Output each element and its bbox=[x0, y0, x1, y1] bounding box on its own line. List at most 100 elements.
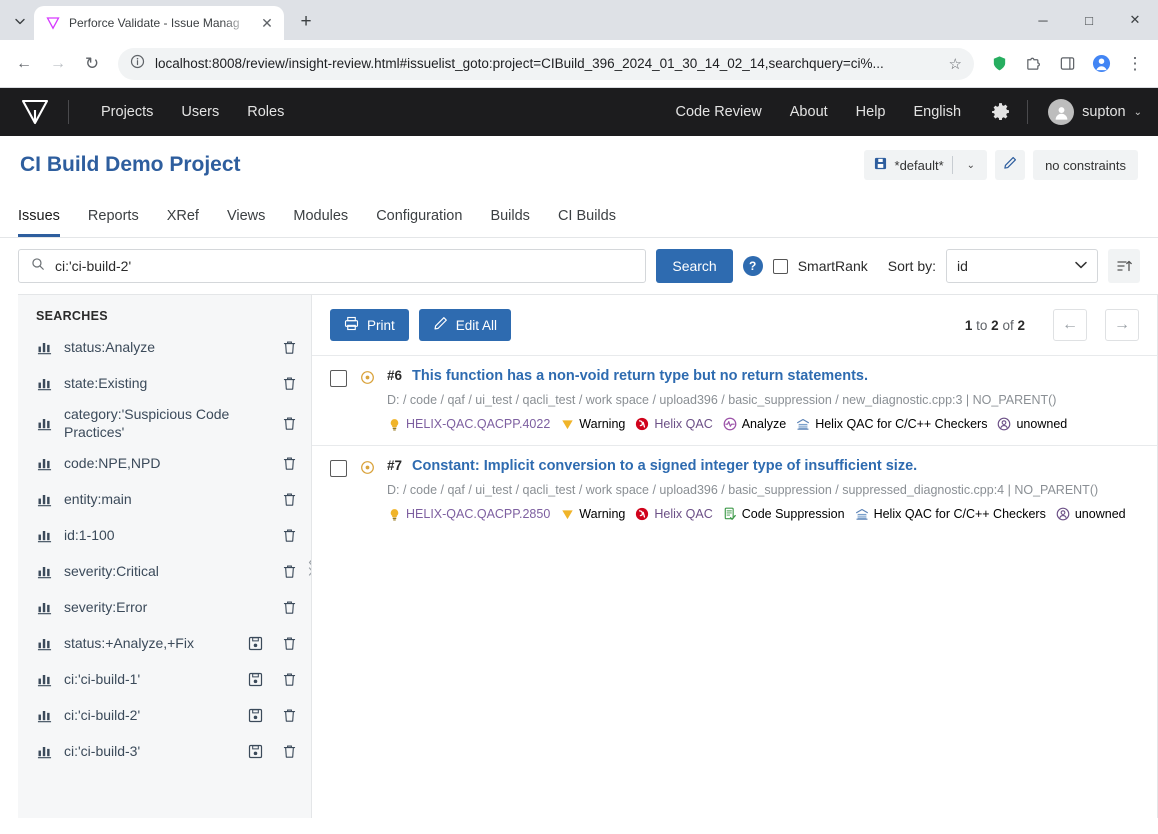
tab-builds[interactable]: Builds bbox=[476, 194, 544, 237]
sidebar-item[interactable]: ci:'ci-build-1' bbox=[18, 661, 311, 697]
bar-chart-icon[interactable] bbox=[36, 708, 52, 723]
issue-badge-status[interactable]: Code Suppression bbox=[723, 507, 845, 521]
save-icon[interactable] bbox=[247, 707, 263, 723]
trash-icon[interactable] bbox=[281, 671, 297, 687]
path-segment[interactable]: qacli_test bbox=[523, 393, 576, 407]
search-button[interactable]: Search bbox=[656, 249, 733, 283]
trash-icon[interactable] bbox=[281, 375, 297, 391]
sidebar-item[interactable]: entity:main bbox=[18, 481, 311, 517]
save-icon[interactable] bbox=[247, 671, 263, 687]
bar-chart-icon[interactable] bbox=[36, 416, 52, 431]
issue-checkbox[interactable] bbox=[330, 370, 347, 387]
path-segment[interactable]: D: bbox=[387, 393, 400, 407]
tab-reports[interactable]: Reports bbox=[74, 194, 153, 237]
sidebar-item[interactable]: status:Analyze bbox=[18, 329, 311, 365]
path-segment[interactable]: qaf bbox=[447, 393, 464, 407]
sidebar-item[interactable]: state:Existing bbox=[18, 365, 311, 401]
issue-badge-owner[interactable]: unowned bbox=[1056, 507, 1126, 521]
path-segment[interactable]: ui_test bbox=[475, 393, 512, 407]
shield-icon[interactable] bbox=[984, 49, 1014, 79]
maximize-icon[interactable]: □ bbox=[1066, 0, 1112, 40]
sidebar-item[interactable]: status:+Analyze,+Fix bbox=[18, 625, 311, 661]
trash-icon[interactable] bbox=[281, 599, 297, 615]
issue-badge-group[interactable]: Helix QAC for C/C++ Checkers bbox=[796, 417, 987, 431]
path-segment[interactable]: basic_suppression bbox=[728, 393, 832, 407]
tab-list-button[interactable] bbox=[6, 7, 34, 35]
search-field[interactable] bbox=[18, 249, 647, 283]
path-segment[interactable]: qacli_test bbox=[523, 483, 576, 497]
sidebar-item[interactable]: category:'Suspicious Code Practices' bbox=[18, 401, 311, 445]
trash-icon[interactable] bbox=[281, 455, 297, 471]
path-segment[interactable]: D: bbox=[387, 483, 400, 497]
sidebar-item[interactable]: severity:Critical bbox=[18, 553, 311, 589]
path-segment[interactable]: code bbox=[410, 483, 437, 497]
path-segment[interactable]: basic_suppression bbox=[728, 483, 832, 497]
issue-badge-owner[interactable]: unowned bbox=[997, 417, 1067, 431]
nav-link-projects[interactable]: Projects bbox=[87, 104, 167, 120]
browser-menu-icon[interactable]: ⋮ bbox=[1120, 49, 1150, 79]
issue-title[interactable]: Constant: Implicit conversion to a signe… bbox=[412, 458, 917, 474]
profile-selector[interactable]: *default* ⌄ bbox=[863, 150, 988, 180]
issue-badge-group[interactable]: Helix QAC for C/C++ Checkers bbox=[855, 507, 1046, 521]
sidebar-item[interactable]: ci:'ci-build-3' bbox=[18, 733, 311, 769]
nav-link-about[interactable]: About bbox=[776, 104, 842, 120]
nav-link-code-review[interactable]: Code Review bbox=[662, 104, 776, 120]
new-tab-button[interactable]: + bbox=[292, 8, 320, 36]
issue-badge-severity[interactable]: Warning bbox=[560, 507, 625, 521]
tab-modules[interactable]: Modules bbox=[279, 194, 362, 237]
bar-chart-icon[interactable] bbox=[36, 636, 52, 651]
trash-icon[interactable] bbox=[281, 491, 297, 507]
trash-icon[interactable] bbox=[281, 339, 297, 355]
window-close-icon[interactable]: ✕ bbox=[1112, 0, 1158, 40]
path-segment[interactable]: work space bbox=[586, 483, 649, 497]
issue-badge-tool[interactable]: Helix QAC bbox=[635, 507, 713, 521]
print-button[interactable]: Print bbox=[330, 309, 409, 341]
smartrank-checkbox[interactable] bbox=[772, 258, 788, 274]
sidebar-item[interactable]: severity:Error bbox=[18, 589, 311, 625]
issue-badge-status[interactable]: Analyze bbox=[723, 417, 786, 431]
nav-link-english[interactable]: English bbox=[900, 104, 976, 120]
bar-chart-icon[interactable] bbox=[36, 456, 52, 471]
issue-badge-severity[interactable]: Warning bbox=[560, 417, 625, 431]
path-segment[interactable]: qaf bbox=[447, 483, 464, 497]
circle-dot-icon[interactable] bbox=[359, 370, 375, 431]
reload-icon[interactable]: ↻ bbox=[76, 48, 108, 80]
bookmark-star-icon[interactable]: ☆ bbox=[949, 55, 962, 73]
path-segment[interactable]: upload396 bbox=[659, 393, 717, 407]
trash-icon[interactable] bbox=[281, 707, 297, 723]
puzzle-icon[interactable] bbox=[1018, 49, 1048, 79]
bar-chart-icon[interactable] bbox=[36, 564, 52, 579]
sidebar-item[interactable]: id:1-100 bbox=[18, 517, 311, 553]
bar-chart-icon[interactable] bbox=[36, 492, 52, 507]
tab-configuration[interactable]: Configuration bbox=[362, 194, 476, 237]
trash-icon[interactable] bbox=[281, 527, 297, 543]
smartrank-label[interactable]: SmartRank bbox=[798, 258, 868, 274]
prev-page-button[interactable]: ← bbox=[1053, 309, 1087, 341]
path-file[interactable]: new_diagnostic.cpp:3 bbox=[842, 393, 962, 407]
path-segment[interactable]: code bbox=[410, 393, 437, 407]
circle-dot-icon[interactable] bbox=[359, 460, 375, 521]
nav-link-roles[interactable]: Roles bbox=[233, 104, 298, 120]
tab-issues[interactable]: Issues bbox=[18, 194, 74, 237]
edit-all-button[interactable]: Edit All bbox=[418, 309, 512, 341]
trash-icon[interactable] bbox=[281, 415, 297, 431]
issue-badge-code[interactable]: HELIX-QAC.QACPP.4022 bbox=[387, 417, 550, 431]
forward-icon[interactable]: → bbox=[42, 48, 74, 80]
perforce-logo-icon[interactable] bbox=[18, 95, 52, 129]
issue-badge-tool[interactable]: Helix QAC bbox=[635, 417, 713, 431]
back-icon[interactable]: ← bbox=[8, 48, 40, 80]
trash-icon[interactable] bbox=[281, 563, 297, 579]
sidebar-resize-handle[interactable] bbox=[305, 550, 311, 584]
path-segment[interactable]: upload396 bbox=[659, 483, 717, 497]
save-icon[interactable] bbox=[247, 635, 263, 651]
minimize-icon[interactable]: ─ bbox=[1020, 0, 1066, 40]
address-bar[interactable]: localhost:8008/review/insight-review.htm… bbox=[118, 47, 974, 80]
nav-link-users[interactable]: Users bbox=[167, 104, 233, 120]
issue-checkbox[interactable] bbox=[330, 460, 347, 477]
tab-views[interactable]: Views bbox=[213, 194, 279, 237]
sort-direction-button[interactable] bbox=[1108, 249, 1140, 283]
bar-chart-icon[interactable] bbox=[36, 340, 52, 355]
tab-xref[interactable]: XRef bbox=[153, 194, 213, 237]
path-segment[interactable]: work space bbox=[586, 393, 649, 407]
bar-chart-icon[interactable] bbox=[36, 600, 52, 615]
